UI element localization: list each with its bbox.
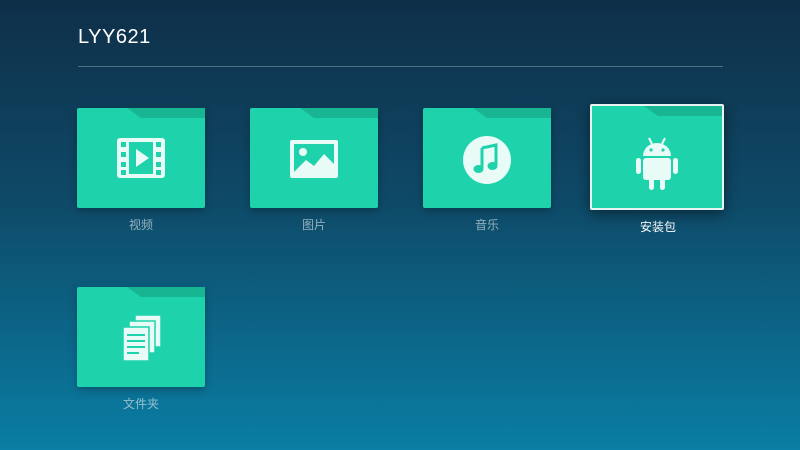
video-icon bbox=[77, 134, 205, 186]
tile-images[interactable]: 图片 bbox=[250, 108, 378, 233]
folder-images[interactable] bbox=[250, 108, 378, 208]
image-icon bbox=[250, 134, 378, 186]
folder-tab bbox=[644, 106, 722, 116]
tile-label: 安装包 bbox=[639, 220, 676, 234]
folder-documents[interactable] bbox=[77, 287, 205, 387]
folder-tab bbox=[127, 108, 205, 118]
tile-label: 音乐 bbox=[474, 218, 499, 232]
tile-music[interactable]: 音乐 bbox=[423, 108, 551, 233]
tile-video[interactable]: 视频 bbox=[77, 108, 205, 233]
music-icon bbox=[423, 134, 551, 186]
tile-label: 视频 bbox=[128, 218, 153, 232]
documents-icon bbox=[77, 313, 205, 365]
folder-apk[interactable] bbox=[590, 104, 724, 210]
folder-tab bbox=[300, 108, 378, 118]
folder-music[interactable] bbox=[423, 108, 551, 208]
tile-folder[interactable]: 文件夹 bbox=[77, 287, 205, 412]
tile-apk[interactable]: 安装包 bbox=[590, 104, 726, 235]
header-divider bbox=[78, 66, 723, 67]
device-title: LYY621 bbox=[78, 26, 151, 48]
folder-tab bbox=[473, 108, 551, 118]
folder-video[interactable] bbox=[77, 108, 205, 208]
tile-label: 文件夹 bbox=[122, 397, 159, 411]
tile-label: 图片 bbox=[301, 218, 326, 232]
folder-tab bbox=[127, 287, 205, 297]
android-icon bbox=[592, 136, 722, 190]
